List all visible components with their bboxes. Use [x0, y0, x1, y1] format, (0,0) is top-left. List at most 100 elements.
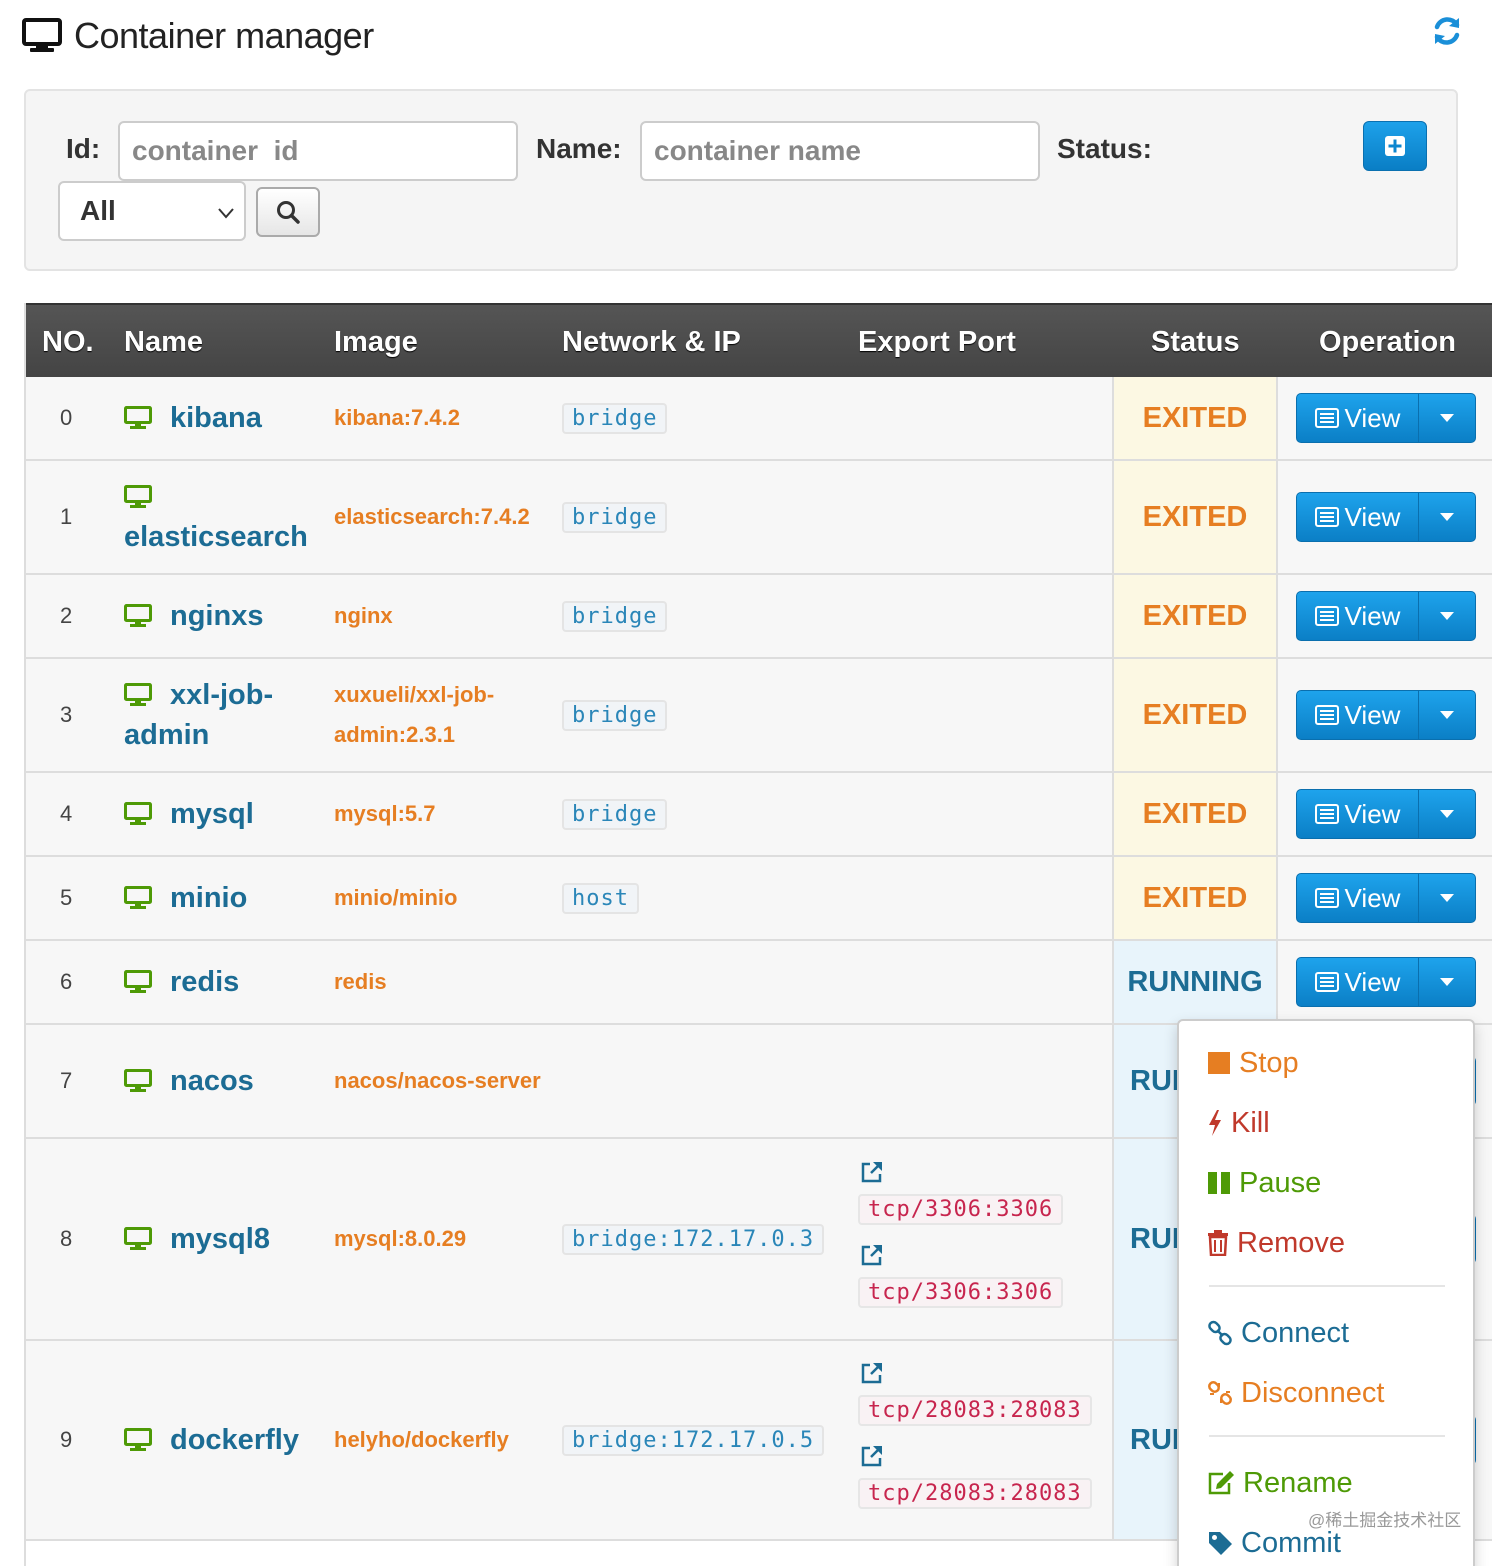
image-cell: mysql:8.0.29	[334, 1139, 544, 1339]
list-icon	[1314, 705, 1339, 725]
list-icon	[1314, 606, 1339, 626]
col-header-status: Status	[1151, 326, 1240, 358]
container-id-input[interactable]	[118, 121, 518, 181]
view-button[interactable]: View	[1297, 691, 1419, 739]
name-cell[interactable]: nginxs	[124, 575, 324, 657]
row-number: 0	[60, 405, 73, 430]
dropdown-toggle[interactable]	[1419, 394, 1475, 442]
network-cell: bridge	[562, 575, 668, 657]
container-name: minio	[170, 882, 248, 914]
view-button[interactable]: View	[1297, 493, 1419, 541]
status-cell: EXITED	[1112, 659, 1278, 771]
network-badge: host	[562, 882, 639, 914]
desktop-icon	[124, 886, 152, 909]
view-button-group: View	[1296, 492, 1476, 542]
network-cell: host	[562, 857, 639, 939]
port-badge: tcp/3306:3306	[858, 1277, 1064, 1308]
name-cell[interactable]: dockerfly	[124, 1341, 324, 1539]
menu-item-kill[interactable]: Kill	[1207, 1103, 1270, 1143]
name-cell[interactable]: kibana	[124, 377, 324, 459]
external-link-icon[interactable]	[860, 1160, 884, 1184]
desktop-icon	[124, 970, 152, 993]
refresh-icon[interactable]	[1430, 14, 1464, 48]
desktop-icon	[124, 1428, 152, 1451]
trash-icon	[1208, 1230, 1228, 1256]
caret-down-icon	[1440, 809, 1454, 818]
status-text: EXITED	[1142, 698, 1248, 731]
view-button-group: View	[1296, 393, 1476, 443]
operation-cell: View	[1296, 773, 1476, 855]
name-cell[interactable]: mysql	[124, 773, 324, 855]
container-name: elasticsearch	[124, 521, 308, 553]
export-port-cell: tcp/3306:3306 tcp/3306:3306	[858, 1139, 1064, 1339]
external-link-icon[interactable]	[860, 1361, 884, 1385]
status-select[interactable]: All	[58, 181, 246, 241]
menu-item-pause[interactable]: Pause	[1207, 1163, 1321, 1203]
operation-dropdown-menu: Stop Kill Pause Remove Connect Disconnec…	[1177, 1019, 1475, 1566]
status-cell: EXITED	[1112, 857, 1278, 939]
dropdown-toggle[interactable]	[1419, 493, 1475, 541]
network-badge: bridge	[562, 699, 668, 731]
image-cell: nacos/nacos-server	[334, 1025, 544, 1137]
view-button[interactable]: View	[1297, 394, 1419, 442]
image-cell: elasticsearch:7.4.2	[334, 461, 544, 573]
desktop-icon	[22, 18, 62, 52]
menu-item-rename[interactable]: Rename	[1207, 1463, 1353, 1503]
image-cell: mysql:5.7	[334, 773, 544, 855]
port-badge: tcp/28083:28083	[858, 1395, 1092, 1426]
dropdown-toggle[interactable]	[1419, 592, 1475, 640]
row-number: 5	[60, 885, 73, 910]
image-name: redis	[334, 969, 387, 994]
row-number: 7	[60, 1068, 73, 1093]
link-icon	[1208, 1320, 1232, 1346]
status-text: EXITED	[1142, 599, 1248, 632]
menu-item-connect[interactable]: Connect	[1207, 1313, 1349, 1353]
name-cell[interactable]: minio	[124, 857, 324, 939]
unlink-icon	[1208, 1381, 1232, 1405]
name-cell[interactable]: redis	[124, 941, 324, 1023]
view-button[interactable]: View	[1297, 874, 1419, 922]
name-cell[interactable]: nacos	[124, 1025, 324, 1137]
row-number: 4	[60, 801, 73, 826]
container-name: redis	[170, 966, 240, 998]
status-text: EXITED	[1142, 797, 1248, 830]
name-cell[interactable]: xxl-job-admin	[124, 659, 324, 771]
name-cell[interactable]: elasticsearch	[124, 461, 324, 573]
list-icon	[1314, 972, 1339, 992]
container-name-input[interactable]	[640, 121, 1040, 181]
dropdown-toggle[interactable]	[1419, 874, 1475, 922]
operation-cell: View	[1296, 659, 1476, 771]
network-badge: bridge:172.17.0.3	[562, 1223, 825, 1255]
view-button[interactable]: View	[1297, 958, 1419, 1006]
col-header-network: Network & IP	[562, 326, 741, 358]
dropdown-toggle[interactable]	[1419, 958, 1475, 1006]
status-text: EXITED	[1142, 881, 1248, 914]
menu-item-remove[interactable]: Remove	[1207, 1223, 1345, 1263]
desktop-icon	[124, 485, 152, 508]
view-button-group: View	[1296, 789, 1476, 839]
menu-item-stop[interactable]: Stop	[1207, 1043, 1299, 1083]
external-link-icon[interactable]	[860, 1444, 884, 1468]
table-header: NO. Name Image Network & IP Export Port …	[26, 303, 1492, 377]
page-title: Container manager	[74, 15, 374, 56]
image-name: elasticsearch:7.4.2	[334, 504, 530, 529]
dropdown-toggle[interactable]	[1419, 790, 1475, 838]
operation-cell: View	[1296, 461, 1476, 573]
status-cell: EXITED	[1112, 377, 1278, 459]
add-container-button[interactable]	[1363, 121, 1427, 171]
view-button[interactable]: View	[1297, 790, 1419, 838]
container-name: mysql8	[170, 1223, 270, 1255]
view-button-group: View	[1296, 591, 1476, 641]
container-name: kibana	[170, 402, 262, 434]
network-badge: bridge:172.17.0.5	[562, 1424, 825, 1456]
dropdown-toggle[interactable]	[1419, 691, 1475, 739]
image-name: mysql:8.0.29	[334, 1226, 467, 1251]
network-cell: bridge:172.17.0.3	[562, 1139, 825, 1339]
menu-item-disconnect[interactable]: Disconnect	[1207, 1373, 1384, 1413]
view-button[interactable]: View	[1297, 592, 1419, 640]
search-button[interactable]	[256, 187, 320, 237]
external-link-icon[interactable]	[860, 1243, 884, 1267]
name-cell[interactable]: mysql8	[124, 1139, 324, 1339]
pause-icon	[1208, 1172, 1230, 1194]
view-button-group: View	[1296, 873, 1476, 923]
